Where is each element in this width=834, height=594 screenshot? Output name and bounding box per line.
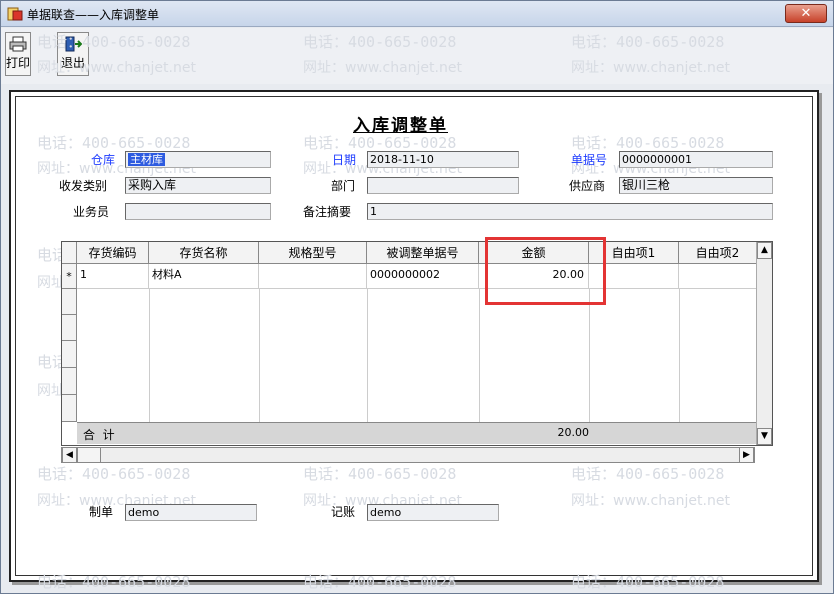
cell-name[interactable]: 材料A: [149, 264, 259, 289]
supplier-field[interactable]: 银川三枪: [619, 177, 773, 194]
category-label: 收发类别: [59, 179, 108, 193]
grid-line: [679, 289, 680, 422]
print-button[interactable]: 打印: [5, 32, 31, 76]
warehouse-label: 仓库: [91, 153, 116, 167]
dept-field[interactable]: [367, 177, 519, 194]
maker-label: 制单: [89, 505, 114, 519]
column-header[interactable]: 存货名称: [149, 242, 259, 264]
doc-no-label: 单据号: [571, 153, 608, 167]
exit-button[interactable]: 退出: [57, 32, 89, 76]
exit-label: 退出: [60, 56, 85, 70]
window-title: 单据联查——入库调整单: [27, 8, 160, 22]
scroll-thumb[interactable]: [77, 447, 101, 463]
column-header[interactable]: 自由项2: [679, 242, 757, 264]
row-marker-empty[interactable]: [62, 315, 77, 341]
maker-field[interactable]: demo: [125, 504, 257, 521]
cell-free1[interactable]: [589, 264, 679, 289]
window: 单据联查——入库调整单 ✕ 打印 退出 电话：400-665-0028 电话：4…: [0, 0, 834, 594]
grid-line: [259, 289, 260, 422]
grid-line: [479, 289, 480, 422]
date-label: 日期: [332, 153, 357, 167]
cell-free2[interactable]: [679, 264, 757, 289]
warehouse-field[interactable]: 主材库: [125, 151, 271, 168]
printer-icon: [9, 36, 27, 52]
cell-ref-no[interactable]: 0000000002: [367, 264, 479, 289]
horizontal-scrollbar[interactable]: ◀ ▶: [61, 447, 755, 463]
toolbar: 打印 退出: [1, 28, 833, 84]
row-marker-empty[interactable]: [62, 341, 77, 368]
scroll-right-icon[interactable]: ▶: [739, 447, 754, 463]
column-header[interactable]: 自由项1: [589, 242, 679, 264]
total-label: 合 计: [83, 428, 115, 442]
bookkeeper-field[interactable]: demo: [367, 504, 499, 521]
column-header[interactable]: 被调整单据号: [367, 242, 479, 264]
bookkeeper-label: 记账: [331, 505, 356, 519]
document-title: 入库调整单: [353, 116, 448, 136]
title-bar: 单据联查——入库调整单 ✕: [1, 1, 833, 27]
row-marker[interactable]: *: [62, 264, 77, 289]
column-header[interactable]: 存货编码: [77, 242, 149, 264]
scroll-left-icon[interactable]: ◀: [62, 447, 77, 463]
date-field[interactable]: 2018-11-10: [367, 151, 519, 168]
clerk-label: 业务员: [73, 205, 110, 219]
grid-line: [367, 289, 368, 422]
row-marker-empty[interactable]: [62, 395, 77, 422]
category-field[interactable]: 采购入库: [125, 177, 271, 194]
cell-spec[interactable]: [259, 264, 367, 289]
close-icon: ✕: [800, 6, 812, 21]
dept-label: 部门: [331, 179, 356, 193]
total-row: 合 计 20.00: [77, 422, 757, 444]
app-icon: [7, 7, 23, 21]
total-amount: 20.00: [557, 426, 590, 439]
warehouse-value: 主材库: [128, 153, 165, 166]
column-header[interactable]: 金额: [479, 242, 589, 264]
clerk-field[interactable]: [125, 203, 271, 220]
remark-field[interactable]: 1: [367, 203, 773, 220]
grid-corner: [62, 242, 77, 264]
cell-code[interactable]: 1: [77, 264, 149, 289]
exit-door-icon: [65, 36, 82, 52]
grid-line: [589, 289, 590, 422]
detail-grid: 存货编码 存货名称 规格型号 被调整单据号 金额 自由项1 自由项2 * 1 材…: [61, 241, 773, 446]
supplier-label: 供应商: [569, 179, 606, 193]
doc-no-field[interactable]: 0000000001: [619, 151, 773, 168]
remark-label: 备注摘要: [303, 205, 352, 219]
vertical-scrollbar[interactable]: ▲ ▼: [756, 242, 772, 445]
column-header[interactable]: 规格型号: [259, 242, 367, 264]
row-marker-empty[interactable]: [62, 368, 77, 395]
row-marker-empty[interactable]: [62, 289, 77, 315]
scroll-up-icon[interactable]: ▲: [757, 242, 772, 259]
print-label: 打印: [6, 56, 31, 70]
close-button[interactable]: ✕: [785, 4, 827, 23]
grid-line: [149, 289, 150, 422]
cell-amount[interactable]: 20.00: [479, 264, 589, 289]
scroll-down-icon[interactable]: ▼: [757, 428, 772, 445]
